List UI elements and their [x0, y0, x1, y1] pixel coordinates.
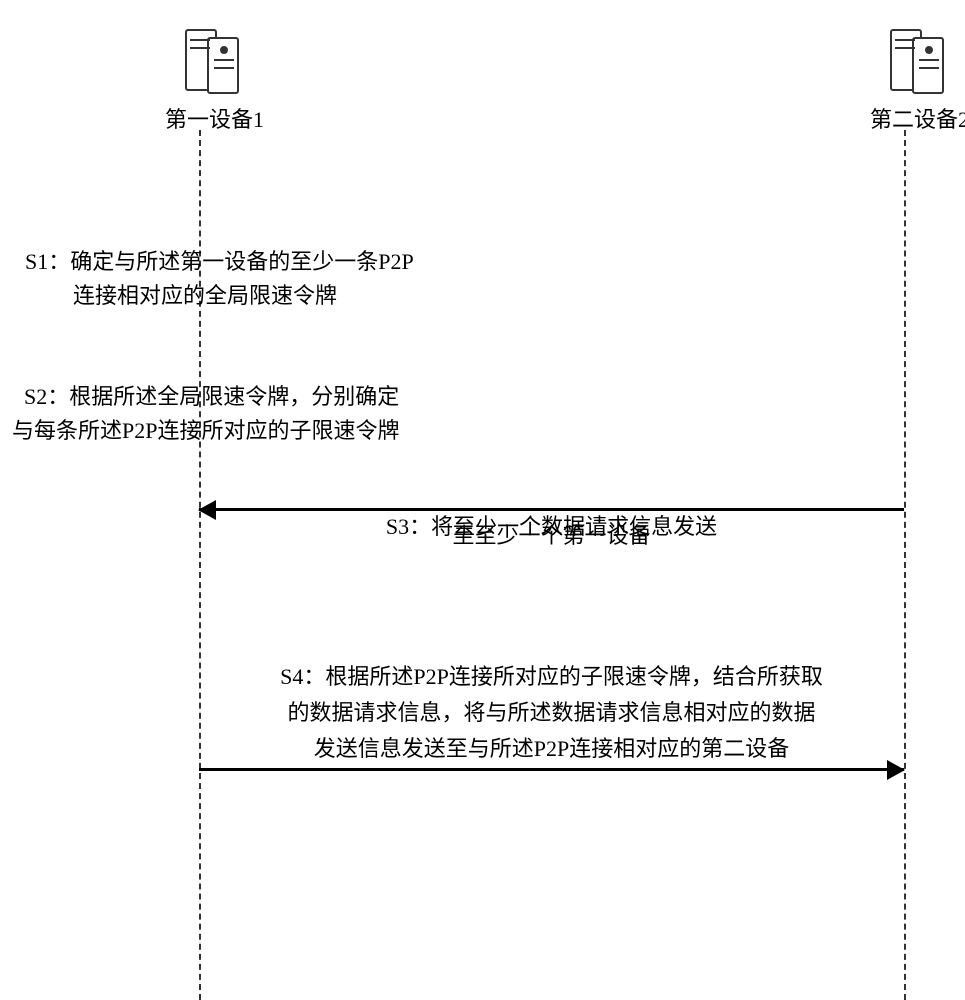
arrow-left-icon: [199, 508, 904, 511]
actor-first-device: 第一设备1: [165, 20, 264, 134]
msg-s4-line1: S4：根据所述P2P连接所对应的子限速令牌，结合所获取: [199, 660, 904, 694]
actor-first-label: 第一设备1: [165, 102, 264, 134]
server-icon: [885, 20, 955, 100]
step-s1-line1: S1：确定与所述第一设备的至少一条P2P: [25, 245, 414, 279]
arrow-right-icon: [199, 768, 904, 771]
message-s3: S3：将至少一个数据请求信息发送 至至少一个第一设备: [199, 510, 904, 555]
msg-s4-line3: 发送信息发送至与所述P2P连接相对应的第二设备: [199, 732, 904, 766]
actor-second-label: 第二设备2: [870, 102, 965, 134]
actor-second-device: 第二设备2: [870, 20, 965, 134]
message-s4: S4：根据所述P2P连接所对应的子限速令牌，结合所获取 的数据请求信息，将与所述…: [199, 660, 904, 771]
step-s2: S2：根据所述全局限速令牌，分别确定 与每条所述P2P连接所对应的子限速令牌: [12, 380, 399, 448]
step-s2-line1: S2：根据所述全局限速令牌，分别确定: [12, 380, 399, 414]
msg-s4-line2: 的数据请求信息，将与所述数据请求信息相对应的数据: [199, 696, 904, 730]
step-s1: S1：确定与所述第一设备的至少一条P2P 连接相对应的全局限速令牌: [25, 245, 414, 313]
step-s1-line2: 连接相对应的全局限速令牌: [25, 279, 414, 313]
step-s2-line2: 与每条所述P2P连接所对应的子限速令牌: [12, 414, 399, 448]
msg-s3-below: 至至少一个第一设备: [199, 519, 904, 553]
lifeline-second: [904, 130, 906, 1000]
server-icon: [180, 20, 250, 100]
